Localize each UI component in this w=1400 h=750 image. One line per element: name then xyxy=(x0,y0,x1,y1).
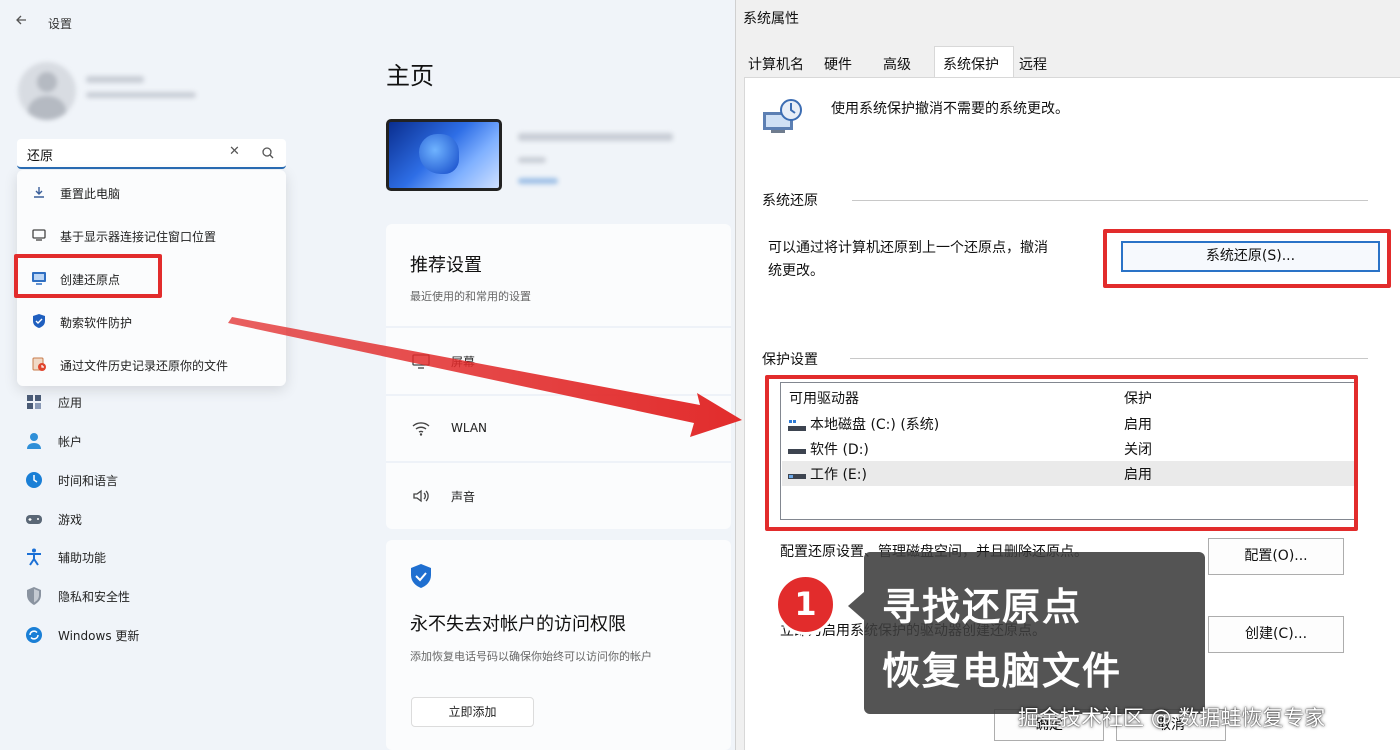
column-available-drives[interactable]: 可用驱动器 xyxy=(789,388,859,408)
intro-text: 使用系统保护撤消不需要的系统更改。 xyxy=(831,101,1069,117)
system-restore-button[interactable]: 系统还原(S)... xyxy=(1121,241,1380,272)
protection-group-label: 保护设置 xyxy=(762,349,826,369)
drive-icon xyxy=(788,467,806,479)
restore-point-icon xyxy=(31,270,47,286)
group-line xyxy=(852,200,1368,201)
step-callout: 寻找还原点 恢复电脑文件 xyxy=(848,552,1205,714)
create-button[interactable]: 创建(C)... xyxy=(1208,616,1344,653)
account-card-description: 添加恢复电话号码以确保你始终可以访问你的帐户 xyxy=(410,650,652,663)
result-monitor-windows[interactable]: 基于显示器连接记住窗口位置 xyxy=(17,217,286,253)
privacy-shield-icon xyxy=(24,586,44,606)
apps-icon xyxy=(24,392,44,412)
row-wlan[interactable]: WLAN xyxy=(451,421,487,435)
result-ransomware[interactable]: 勒索软件防护 xyxy=(17,303,286,339)
windows-update-icon xyxy=(24,625,44,645)
nav-windows-update[interactable]: Windows 更新 xyxy=(24,623,224,647)
tab-hardware[interactable]: 硬件 xyxy=(824,54,852,74)
back-arrow-icon[interactable] xyxy=(14,13,32,31)
wifi-icon xyxy=(411,418,431,438)
search-icon[interactable] xyxy=(261,145,275,159)
search-query: 还原 xyxy=(27,149,54,164)
divider xyxy=(386,326,731,328)
restore-description-1: 可以通过将计算机还原到上一个还原点，撤消 xyxy=(768,240,1048,256)
system-drive-icon xyxy=(788,417,806,431)
result-reset-pc[interactable]: 重置此电脑 xyxy=(17,174,286,210)
step-badge: 1 xyxy=(775,574,836,635)
account-icon xyxy=(24,431,44,451)
nav-accounts[interactable]: 帐户 xyxy=(24,429,224,453)
callout-line-2: 恢复电脑文件 xyxy=(882,649,1123,693)
drive-icon xyxy=(788,442,806,454)
rename-link-blurred[interactable] xyxy=(518,178,558,184)
display-icon xyxy=(411,351,431,371)
time-language-icon xyxy=(24,470,44,490)
column-protection[interactable]: 保护 xyxy=(1124,388,1152,408)
search-input[interactable]: 还原 ✕ xyxy=(17,139,286,169)
monitor-icon xyxy=(31,227,47,243)
file-history-icon xyxy=(31,356,47,372)
sound-icon xyxy=(411,486,431,506)
drive-list[interactable]: 可用驱动器 保护 本地磁盘 (C:) (系统) 启用 软件 (D:) 关闭 工作… xyxy=(780,382,1358,520)
system-protection-icon xyxy=(761,98,803,136)
user-email-blurred xyxy=(86,92,196,98)
dialog-title: 系统属性 xyxy=(743,11,799,27)
page-title: 主页 xyxy=(386,62,434,90)
tab-computer-name[interactable]: 计算机名 xyxy=(748,54,804,74)
tab-system-protection[interactable]: 系统保护 xyxy=(943,54,999,74)
watermark: 掘金技术社区 @ 数据蛙恢复专家 xyxy=(1018,706,1326,730)
device-model-blurred xyxy=(518,157,546,163)
result-create-restore-point[interactable]: 创建还原点 xyxy=(17,260,286,296)
tab-advanced[interactable]: 高级 xyxy=(883,54,911,74)
nav-apps[interactable]: 应用 xyxy=(24,390,224,414)
row-display[interactable]: 屏幕 xyxy=(451,353,475,370)
app-title: 设置 xyxy=(48,17,73,31)
configure-button[interactable]: 配置(O)... xyxy=(1208,538,1344,575)
nav-privacy[interactable]: 隐私和安全性 xyxy=(24,584,224,608)
search-results: 重置此电脑 基于显示器连接记住窗口位置 创建还原点 勒索软件防护 通过文件历史记… xyxy=(17,170,286,386)
divider xyxy=(386,461,731,463)
nav-gaming[interactable]: 游戏 xyxy=(24,507,224,531)
device-image xyxy=(386,119,502,191)
drive-row[interactable]: 软件 (D:) 关闭 xyxy=(782,436,1358,461)
accessibility-icon xyxy=(24,547,44,567)
device-name-blurred xyxy=(518,133,673,141)
callout-line-1: 寻找还原点 xyxy=(882,585,1083,629)
recommended-subtitle: 最近使用的和常用的设置 xyxy=(410,290,531,303)
user-name-blurred xyxy=(86,76,144,83)
reset-pc-icon xyxy=(31,184,47,200)
add-now-button[interactable]: 立即添加 xyxy=(411,697,534,727)
drive-row[interactable]: 本地磁盘 (C:) (系统) 启用 xyxy=(782,411,1358,436)
restore-description-2: 统更改。 xyxy=(768,263,824,279)
divider xyxy=(386,394,731,396)
restore-group-label: 系统还原 xyxy=(762,190,826,210)
gaming-icon xyxy=(24,509,44,529)
clear-search-icon[interactable]: ✕ xyxy=(229,144,240,159)
row-sound[interactable]: 声音 xyxy=(451,488,475,505)
group-line xyxy=(850,358,1368,359)
account-card-title: 永不失去对帐户的访问权限 xyxy=(410,614,626,635)
security-shield-icon xyxy=(409,563,433,589)
drive-row-selected[interactable]: 工作 (E:) 启用 xyxy=(782,461,1358,486)
tab-remote[interactable]: 远程 xyxy=(1019,54,1047,74)
nav-time-language[interactable]: 时间和语言 xyxy=(24,468,224,492)
avatar[interactable] xyxy=(18,62,76,120)
recommended-title: 推荐设置 xyxy=(410,255,482,276)
nav-accessibility[interactable]: 辅助功能 xyxy=(24,545,224,569)
result-file-history[interactable]: 通过文件历史记录还原你的文件 xyxy=(17,346,286,382)
shield-icon xyxy=(31,313,47,329)
settings-window: 设置 还原 ✕ 重置此电脑 基于显示器连接记住窗口位置 创建还原点 勒索软件防护… xyxy=(0,0,735,750)
